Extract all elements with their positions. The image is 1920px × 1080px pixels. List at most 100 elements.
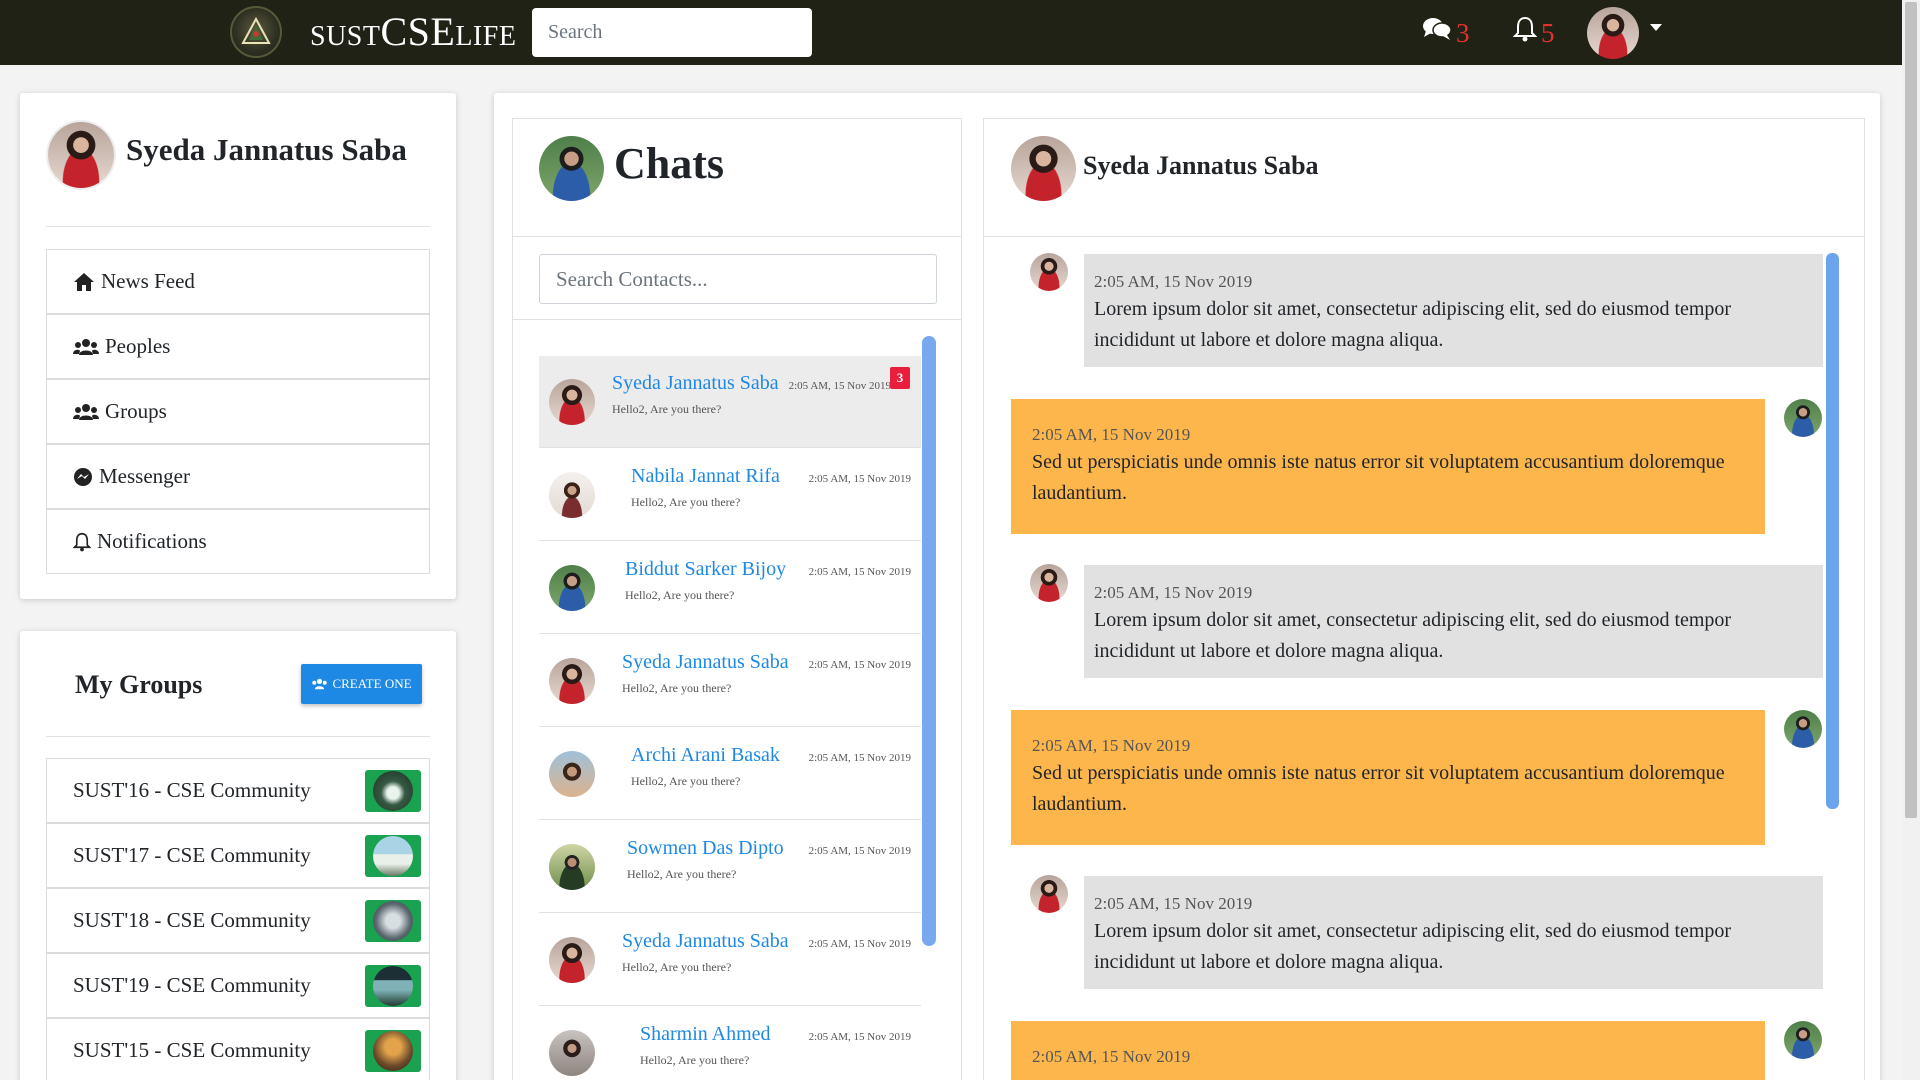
notifications-count: 5	[1541, 18, 1555, 48]
message-time: 2:05 AM, 15 Nov 2019	[1094, 894, 1253, 913]
message-text: Lorem ipsum dolor sit amet, consectetur …	[1094, 920, 1732, 973]
contact-item[interactable]: Nabila Jannat Rifa Hello2, Are you there…	[539, 449, 921, 541]
contact-avatar	[549, 565, 595, 611]
chevron-down-icon[interactable]	[1650, 24, 1662, 31]
nav-item-label: News Feed	[101, 269, 195, 293]
group-thumbnail	[365, 900, 421, 942]
bell-icon	[1512, 16, 1538, 42]
contact-time: 2:05 AM, 15 Nov 2019	[808, 566, 911, 578]
contact-time: 2:05 AM, 15 Nov 2019	[808, 1031, 911, 1043]
contact-time: 2:05 AM, 15 Nov 2019	[808, 473, 911, 485]
message-time: 2:05 AM, 15 Nov 2019	[1094, 272, 1253, 291]
contact-name: Syeda Jannatus Saba	[622, 651, 789, 673]
sender-avatar	[1030, 875, 1068, 913]
sender-avatar	[1030, 564, 1068, 602]
users-icon	[312, 678, 328, 690]
divider	[984, 236, 1864, 237]
contact-name: Syeda Jannatus Saba	[622, 930, 789, 952]
page-scrollbar[interactable]	[1902, 0, 1920, 1080]
profile-name[interactable]: Syeda Jannatus Saba	[126, 132, 407, 168]
messages-scrollbar[interactable]	[1826, 253, 1839, 809]
message-time: 2:05 AM, 15 Nov 2019	[1032, 736, 1191, 755]
contact-item[interactable]: Sowmen Das Dipto Hello2, Are you there? …	[539, 821, 921, 913]
messages-button[interactable]: 3	[1422, 16, 1470, 50]
nav-item-peoples[interactable]: Peoples	[46, 314, 430, 379]
create-group-button[interactable]: CREATE ONE	[301, 664, 422, 704]
contact-last-message: Hello2, Are you there?	[631, 774, 741, 788]
nav-item-news-feed[interactable]: News Feed	[46, 249, 430, 314]
contact-time: 2:05 AM, 15 Nov 2019	[808, 845, 911, 857]
brand-middle: CSE	[380, 9, 456, 54]
message-outgoing: 2:05 AM, 15 Nov 2019 Sed ut perspiciatis…	[1011, 399, 1765, 534]
group-thumbnail	[365, 770, 421, 812]
page-scrollbar-thumb[interactable]	[1905, 2, 1917, 818]
comments-icon	[1423, 18, 1452, 40]
groups-title: My Groups	[75, 670, 203, 699]
messages-count: 3	[1456, 18, 1470, 48]
contact-time: 2:05 AM, 15 Nov 2019	[788, 380, 891, 392]
message-outgoing: 2:05 AM, 15 Nov 2019 Sed ut perspiciatis…	[1011, 710, 1765, 845]
contact-item[interactable]: Syeda Jannatus Saba Hello2, Are you ther…	[539, 356, 921, 448]
nav-item-label: Messenger	[99, 464, 190, 488]
group-item[interactable]: SUST'17 - CSE Community	[46, 823, 430, 888]
profile-avatar[interactable]	[48, 122, 114, 188]
messenger-icon	[74, 467, 92, 486]
conversation-name: Syeda Jannatus Saba	[1083, 151, 1319, 180]
current-user-avatar[interactable]	[539, 136, 604, 201]
divider	[513, 236, 961, 237]
divider	[46, 736, 430, 737]
top-navbar: SUSTCSELIFE 3 5	[0, 0, 1902, 65]
notifications-button[interactable]: 5	[1512, 16, 1555, 50]
contact-name: Sharmin Ahmed	[640, 1023, 771, 1045]
contact-name: Archi Arani Basak	[631, 744, 780, 766]
contact-last-message: Hello2, Are you there?	[640, 1053, 750, 1067]
create-group-label: CREATE ONE	[332, 676, 412, 691]
conversation-avatar[interactable]	[1011, 136, 1076, 201]
group-label: SUST'16 - CSE Community	[73, 778, 311, 802]
contact-name: Nabila Jannat Rifa	[631, 465, 780, 487]
group-item[interactable]: SUST'19 - CSE Community	[46, 953, 430, 1018]
contact-last-message: Hello2, Are you there?	[622, 960, 732, 974]
message-outgoing: 2:05 AM, 15 Nov 2019	[1011, 1021, 1765, 1080]
group-thumbnail	[365, 965, 421, 1007]
user-avatar-menu[interactable]	[1587, 7, 1639, 59]
global-search-input[interactable]	[532, 8, 812, 57]
group-label: SUST'15 - CSE Community	[73, 1038, 311, 1062]
nav-item-notifications[interactable]: Notifications	[46, 509, 430, 574]
contact-avatar	[549, 751, 595, 797]
divider	[46, 226, 430, 227]
contact-item[interactable]: Syeda Jannatus Saba Hello2, Are you ther…	[539, 914, 921, 1006]
group-item[interactable]: SUST'18 - CSE Community	[46, 888, 430, 953]
group-label: SUST'18 - CSE Community	[73, 908, 311, 932]
nav-item-messenger[interactable]: Messenger	[46, 444, 430, 509]
contact-item[interactable]: Archi Arani Basak Hello2, Are you there?…	[539, 728, 921, 820]
message-time: 2:05 AM, 15 Nov 2019	[1032, 425, 1191, 444]
nav-item-groups[interactable]: Groups	[46, 379, 430, 444]
contact-avatar	[549, 658, 595, 704]
unread-badge: 3	[890, 367, 910, 389]
contact-name: Sowmen Das Dipto	[627, 837, 784, 859]
contact-item[interactable]: Sharmin Ahmed Hello2, Are you there? 2:0…	[539, 1007, 921, 1080]
contact-last-message: Hello2, Are you there?	[622, 681, 732, 695]
site-logo[interactable]	[230, 6, 282, 58]
message-text: Sed ut perspiciatis unde omnis iste natu…	[1032, 762, 1725, 815]
contact-avatar	[549, 937, 595, 983]
contact-last-message: Hello2, Are you there?	[612, 402, 722, 416]
brand-title[interactable]: SUSTCSELIFE	[310, 8, 516, 55]
contact-item[interactable]: Biddut Sarker Bijoy Hello2, Are you ther…	[539, 542, 921, 634]
contacts-scrollbar[interactable]	[922, 336, 936, 946]
group-item[interactable]: SUST'15 - CSE Community	[46, 1018, 430, 1080]
contact-search-input[interactable]	[539, 254, 937, 304]
brand-suffix: LIFE	[455, 21, 517, 52]
contact-last-message: Hello2, Are you there?	[625, 588, 735, 602]
receiver-avatar	[1784, 710, 1822, 748]
message-incoming: 2:05 AM, 15 Nov 2019 Lorem ipsum dolor s…	[1084, 565, 1823, 678]
users-icon	[73, 403, 99, 420]
group-thumbnail	[365, 835, 421, 877]
contact-item[interactable]: Syeda Jannatus Saba Hello2, Are you ther…	[539, 635, 921, 727]
contact-time: 2:05 AM, 15 Nov 2019	[808, 659, 911, 671]
message-incoming: 2:05 AM, 15 Nov 2019 Lorem ipsum dolor s…	[1084, 876, 1823, 989]
group-item[interactable]: SUST'16 - CSE Community	[46, 758, 430, 823]
contact-avatar	[549, 844, 595, 890]
group-label: SUST'19 - CSE Community	[73, 973, 311, 997]
